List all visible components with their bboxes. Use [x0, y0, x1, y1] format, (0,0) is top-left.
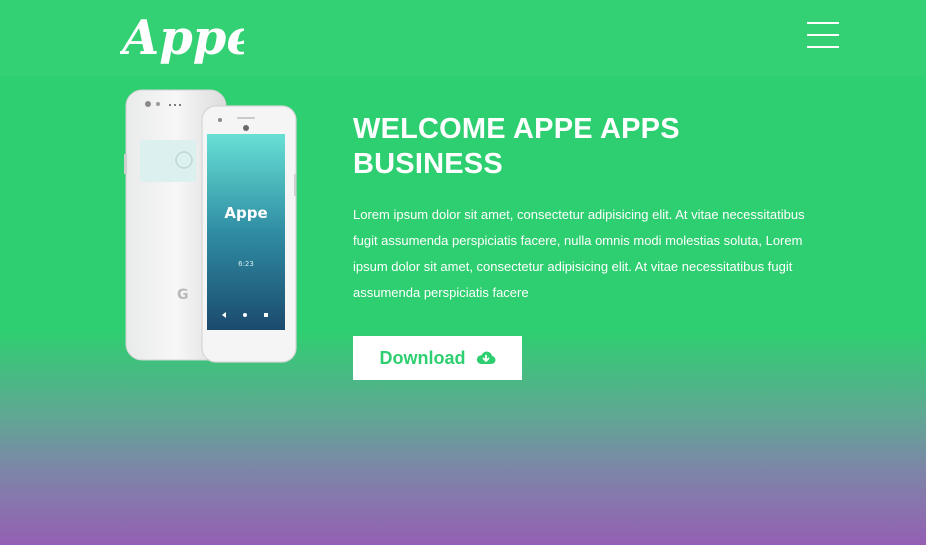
hero-description: Lorem ipsum dolor sit amet, consectetur … — [353, 207, 805, 300]
phone-mockup-image: G Appe 6:23 — [124, 89, 297, 363]
hero-title: WELCOME APPE APPS BUSINESS — [353, 113, 680, 180]
cloud-download-icon — [476, 351, 495, 364]
phone-app-name: Appe — [224, 204, 267, 222]
phone-screen — [207, 134, 285, 330]
appe-logo[interactable]: Appe — [120, 4, 244, 70]
download-button[interactable]: Download — [353, 336, 522, 380]
front-phone: Appe 6:23 — [201, 105, 297, 363]
logo-text: Appe — [120, 10, 244, 66]
svg-text:G: G — [177, 287, 189, 303]
phone-time: 6:23 — [238, 260, 254, 268]
hamburger-menu-icon[interactable] — [806, 20, 840, 52]
download-button-label: Download — [379, 347, 466, 368]
site-header: Appe — [0, 0, 926, 76]
